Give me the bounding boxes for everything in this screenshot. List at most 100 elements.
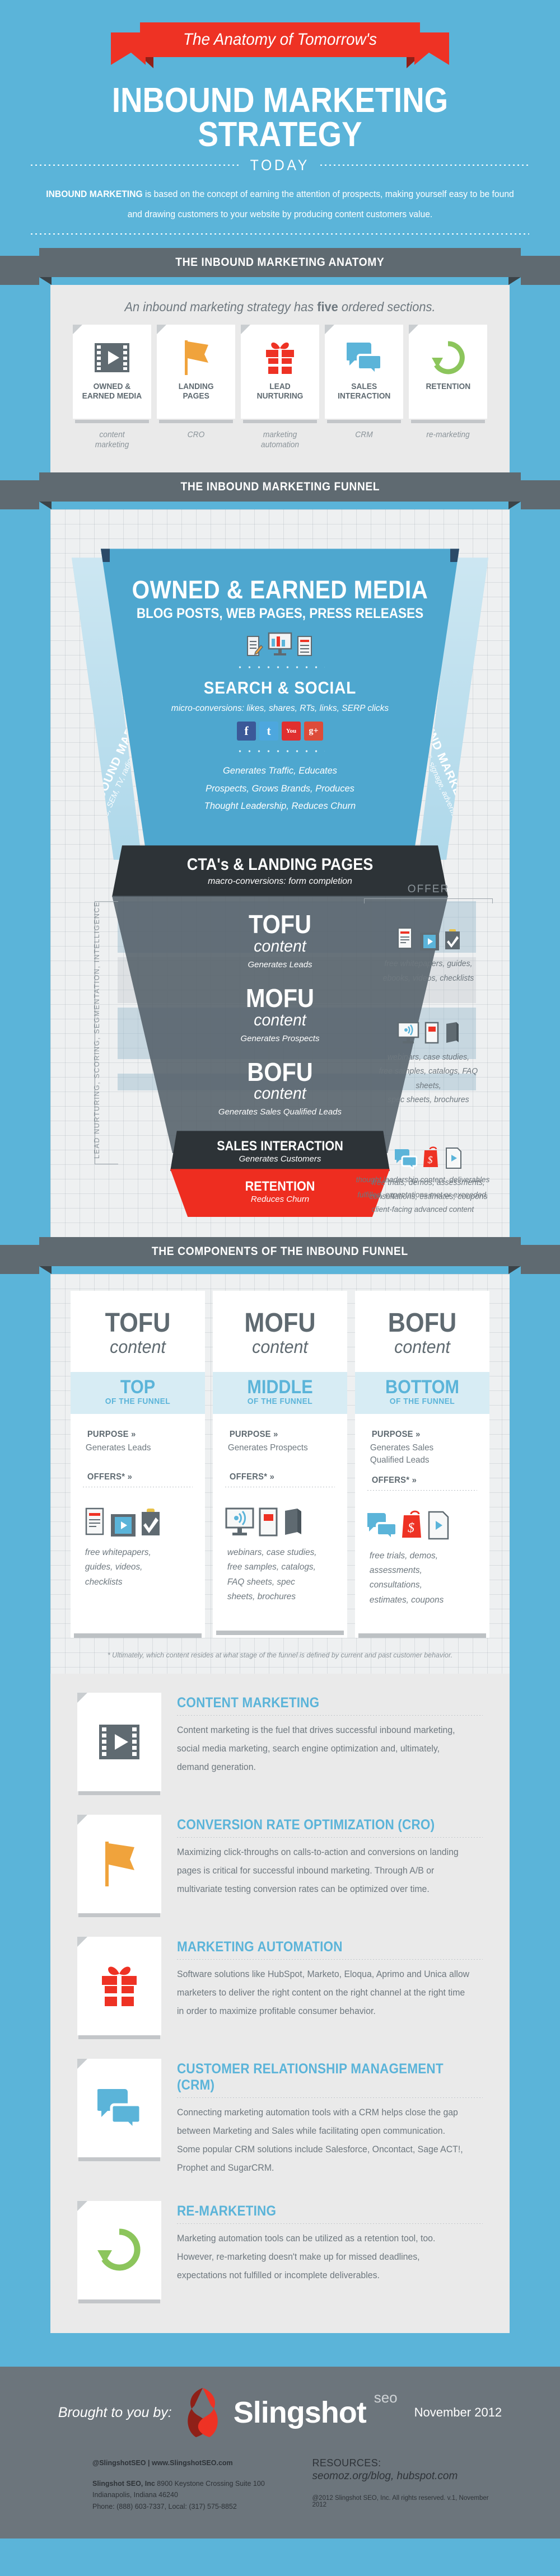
column-body: PURPOSE » Generates Leads OFFERS* » free… xyxy=(71,1414,205,1600)
description-divider xyxy=(177,1837,483,1838)
divider-dots-right xyxy=(320,165,529,166)
card-sheet: RETENTION xyxy=(409,325,487,419)
purpose-label: PURPOSE » xyxy=(371,1430,421,1440)
card-sheet: SALES INTERACTION xyxy=(325,325,403,419)
banner-tail-right xyxy=(521,480,560,510)
funnel-outcome-line: Thought Leadership, Reduces Churn xyxy=(204,800,356,812)
footer-company-name: Slingshot SEO, Inc xyxy=(92,2479,155,2488)
footer-social-line[interactable]: @SlingshotSEO | www.SlingshotSEO.com xyxy=(92,2457,273,2469)
header-ribbon: The Anatomy of Tomorrow's xyxy=(140,22,420,57)
funnel-outcome-line: Generates Traffic, Educates xyxy=(222,765,338,776)
retention-note: thought leadership content, deliverables… xyxy=(356,1175,490,1214)
column-header: BOFU content xyxy=(355,1291,489,1372)
description-icon-sheet xyxy=(77,1937,161,2040)
card-name: LEAD NURTURING xyxy=(256,382,304,401)
anatomy-card-lead-nurturing[interactable]: LEAD NURTURING marketing automation xyxy=(241,325,319,450)
divider-dots-left xyxy=(31,165,240,166)
description-icon-sheet xyxy=(77,2059,161,2162)
today-label: TODAY xyxy=(250,156,310,174)
offers-label: OFFERS* » xyxy=(229,1472,275,1482)
description-marketing-automation: MARKETING AUTOMATION Software solutions … xyxy=(50,1937,510,2059)
description-body: Content marketing is the fuel that drive… xyxy=(177,1725,455,1773)
footer-phone-line: Phone: (888) 603-7337, Local: (317) 575-… xyxy=(92,2502,237,2511)
card-sheet: OWNED & EARNED MEDIA xyxy=(73,325,151,419)
svg-text:$: $ xyxy=(428,1154,433,1165)
sheet-shadow xyxy=(78,1913,160,1918)
anatomy-card-retention[interactable]: RETENTION re-marketing xyxy=(409,325,487,450)
anatomy-card-owned-earned-media[interactable]: OWNED & EARNED MEDIA content marketing xyxy=(73,325,151,450)
anatomy-panel: An inbound marketing strategy has five o… xyxy=(50,285,510,473)
offer-caption: free whitepapers, guides, ebooks, videos… xyxy=(382,959,474,983)
resources-label: RESOURCES: xyxy=(312,2457,381,2469)
banner-tail-right xyxy=(521,1245,560,1275)
column-position-main: TOP xyxy=(120,1376,156,1398)
page-fold-icon xyxy=(157,325,166,335)
description-cro: CONVERSION RATE OPTIMIZATION (CRO) Maxim… xyxy=(50,1815,510,1937)
resources-value[interactable]: seomoz.org/blog, hubspot.com xyxy=(312,2469,493,2483)
footer: Brought to you by: Slingshot seo Novembe… xyxy=(0,2367,560,2538)
offer-icons-mofu xyxy=(364,1011,493,1044)
video-icon xyxy=(420,933,439,951)
description-divider xyxy=(177,1715,483,1716)
banner-notch-left xyxy=(39,277,52,285)
column-position-sub: OF THE FUNNEL xyxy=(247,1397,313,1407)
google-plus-icon[interactable]: g+ xyxy=(304,722,323,741)
cta-title: CTA's & LANDING PAGES xyxy=(186,855,374,874)
column-offer-icons xyxy=(225,1495,335,1537)
purpose-value: Generates Prospects xyxy=(227,1443,308,1453)
offer-label: OFFER xyxy=(407,883,450,896)
offer-icons-tofu xyxy=(364,918,493,951)
header: The Anatomy of Tomorrow's INBOUND MARKET… xyxy=(0,0,560,249)
page-fold-icon xyxy=(241,325,250,335)
description-title: CUSTOMER RELATIONSHIP MANAGEMENT (CRM) xyxy=(177,2061,444,2093)
header-lead: INBOUND MARKETING is based on the concep… xyxy=(14,174,546,228)
column-acronym: TOFU xyxy=(105,1308,171,1338)
column-position: TOP OF THE FUNNEL xyxy=(71,1372,205,1415)
description-title: CONVERSION RATE OPTIMIZATION (CRO) xyxy=(177,1817,435,1833)
funnel-outcomes: Generates Traffic, Educates Prospects, G… xyxy=(106,762,454,814)
page-fold-icon xyxy=(325,325,334,335)
page-title: INBOUND MARKETING STRATEGY xyxy=(111,81,449,154)
banner-tail-right xyxy=(521,256,560,285)
checklist-icon xyxy=(444,929,461,950)
anatomy-card-landing-pages[interactable]: LANDING PAGES CRO xyxy=(157,325,235,450)
description-divider xyxy=(177,2223,483,2224)
anatomy-card-sales-interaction[interactable]: SALES INTERACTION CRM xyxy=(325,325,403,450)
description-re-marketing: RE-MARKETING Marketing automation tools … xyxy=(50,2201,510,2304)
card-sheet: LANDING PAGES xyxy=(157,325,235,419)
today-row: TODAY xyxy=(0,153,560,174)
description-body: Software solutions like HubSpot, Marketo… xyxy=(177,1969,470,2017)
anatomy-subtitle: An inbound marketing strategy has five o… xyxy=(62,285,498,319)
components-panel: TOFU content TOP OF THE FUNNEL PURPOSE »… xyxy=(50,1274,510,1674)
twitter-icon[interactable]: t xyxy=(259,722,278,741)
column-position: BOTTOM OF THE FUNNEL xyxy=(355,1372,489,1415)
funnel-banner-title: THE INBOUND MARKETING FUNNEL xyxy=(180,480,380,494)
flag-icon xyxy=(100,1840,139,1888)
facebook-icon[interactable]: f xyxy=(237,722,256,741)
youtube-icon[interactable]: You xyxy=(282,722,301,741)
purpose-label: PURPOSE » xyxy=(87,1430,136,1440)
brochure-icon xyxy=(282,1507,302,1537)
column-offer-icons xyxy=(83,1495,193,1537)
offers-label: OFFERS* » xyxy=(87,1472,133,1482)
description-title: CONTENT MARKETING xyxy=(177,1695,320,1711)
components-banner: THE COMPONENTS OF THE INBOUND FUNNEL xyxy=(0,1237,560,1275)
micro-conversions-text: micro-conversions: likes, shares, RTs, l… xyxy=(171,704,389,714)
anatomy-subtitle-a: An inbound marketing strategy has xyxy=(124,299,318,315)
components-footnote: * Ultimately, which content resides at w… xyxy=(107,1651,453,1660)
column-position-sub: OF THE FUNNEL xyxy=(105,1397,171,1407)
banner-notch-left xyxy=(39,1266,52,1275)
funnel-top-section: OWNED & EARNED MEDIA BLOG POSTS, WEB PAG… xyxy=(101,549,459,863)
video-icon xyxy=(111,1514,136,1537)
column-offer-icons: $ xyxy=(367,1498,477,1540)
header-ribbon-area: The Anatomy of Tomorrow's xyxy=(0,0,560,84)
footer-columns: @SlingshotSEO | www.SlingshotSEO.com Sli… xyxy=(0,2438,560,2513)
axis-label: LEAD NURTURING, SCORING, SEGMENTATION, I… xyxy=(93,901,101,1159)
column-word: content xyxy=(110,1337,166,1357)
footer-copyright: @2012 Slingshot SEO, Inc. All rights res… xyxy=(312,2495,489,2509)
component-column-bofu: BOFU content BOTTOM OF THE FUNNEL PURPOS… xyxy=(355,1291,489,1638)
banner-tail-left xyxy=(0,256,39,285)
refresh-arrow-icon xyxy=(430,334,466,382)
footer-resources-column: RESOURCES: seomoz.org/blog, hubspot.com … xyxy=(312,2457,493,2513)
footer-contact-column: @SlingshotSEO | www.SlingshotSEO.com Sli… xyxy=(92,2457,273,2513)
